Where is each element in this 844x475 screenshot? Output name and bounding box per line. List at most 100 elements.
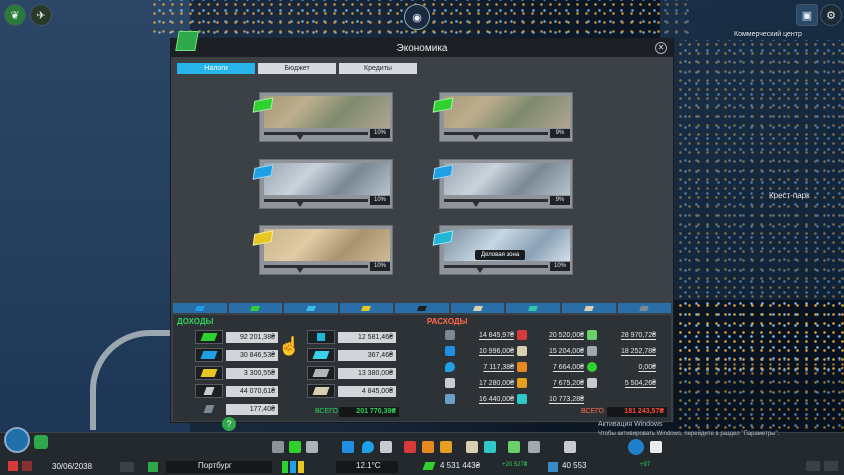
demand-bars: [282, 459, 306, 473]
book-icon: [472, 305, 483, 311]
income-row-tourism: 13 380,00₴: [307, 366, 396, 380]
map-label-park: Крест-парк: [769, 191, 810, 200]
population: 40 553: [562, 461, 587, 470]
slider-knob[interactable]: [472, 201, 481, 207]
zoning-tool[interactable]: [289, 441, 301, 453]
category-extractor[interactable]: [395, 303, 449, 313]
commercial-icon: [305, 305, 316, 311]
bottom-toolbar: Активация Windows Чтобы активировать Win…: [0, 421, 844, 475]
tax-card-residential-low: 10%: [252, 92, 393, 142]
zoom-button[interactable]: [824, 461, 838, 471]
income-row-transport: 177,40₴: [195, 402, 278, 416]
monument-icon: [587, 346, 597, 356]
tax-slider[interactable]: [264, 265, 368, 273]
bird-icon: ✈: [36, 9, 46, 22]
garbage-tool[interactable]: [380, 441, 392, 453]
help-button[interactable]: ?: [222, 417, 236, 431]
expense-row-water: 7 117,38₴: [445, 360, 514, 374]
income-value: 30 846,53₴: [226, 349, 278, 361]
info-views-button[interactable]: [4, 427, 30, 453]
income-row-commercial: 30 846,53₴: [195, 348, 278, 362]
city-info-icon[interactable]: [148, 462, 158, 472]
image-icon: ▣: [801, 9, 813, 22]
water-tool[interactable]: [362, 441, 374, 453]
window-titlebar[interactable]: Экономика ✕: [171, 31, 673, 57]
expense-value: 16 440,00₴: [478, 395, 514, 403]
tax-slider[interactable]: [444, 265, 548, 273]
slider-knob[interactable]: [472, 134, 481, 140]
monuments-tool[interactable]: [564, 441, 576, 453]
policies-tool[interactable]: [650, 441, 662, 453]
game-date: 30/06/2038: [52, 462, 93, 471]
slider-knob[interactable]: [295, 267, 304, 273]
tab-taxes[interactable]: Налоги: [177, 63, 255, 74]
extractor-icon: [417, 305, 427, 311]
bulldozer-button[interactable]: [34, 435, 48, 449]
settings-button[interactable]: ⚙: [820, 4, 842, 26]
police-tool[interactable]: [440, 441, 452, 453]
expense-row-monument: 18 252,78₴: [587, 344, 656, 358]
expense-value: 7 664,00₴: [552, 363, 584, 371]
chirper-center-button[interactable]: ◉: [404, 4, 430, 30]
tax-slider[interactable]: [444, 199, 548, 207]
tab-budget[interactable]: Бюджет: [258, 63, 336, 74]
tourism-icon: [307, 366, 335, 380]
photo-mode-button[interactable]: ▣: [796, 4, 818, 26]
residential-icon: [250, 305, 261, 311]
electricity-tool[interactable]: [342, 441, 354, 453]
commercial-icon: [194, 305, 205, 311]
population-icon: [548, 462, 558, 472]
chirper-button[interactable]: ✈: [30, 4, 52, 26]
population-delta: +97: [640, 462, 651, 468]
public-transport-tool[interactable]: [484, 441, 496, 453]
residential-icon: [195, 330, 223, 344]
category-commercial[interactable]: [173, 303, 227, 313]
tab-loans[interactable]: Кредиты: [339, 63, 417, 74]
health-tool[interactable]: [404, 441, 416, 453]
expense-row-metro: 16 440,00₴: [445, 392, 514, 406]
expense-value: 7 675,20₴: [552, 379, 584, 387]
category-transport[interactable]: [617, 303, 672, 313]
city-name[interactable]: Портбург: [166, 461, 272, 473]
unique-buildings-tool[interactable]: [528, 441, 540, 453]
districts-tool[interactable]: [306, 441, 318, 453]
industrial-demand-bar: [298, 461, 304, 473]
category-citizen[interactable]: [506, 303, 560, 313]
pause-menu-button[interactable]: ❦: [4, 4, 26, 26]
slider-knob[interactable]: [295, 201, 304, 207]
tax-slider[interactable]: [264, 132, 368, 140]
industrial-icon: [361, 305, 372, 311]
wonders-tool[interactable]: [628, 439, 644, 455]
tax-slider[interactable]: [444, 132, 548, 140]
category-industrial[interactable]: [339, 303, 394, 313]
tax-slider[interactable]: [264, 199, 368, 207]
income-row-extractor: 44 070,61₴: [195, 384, 278, 398]
income-value: 13 380,00₴: [338, 367, 396, 379]
fire-tool[interactable]: [422, 441, 434, 453]
category-education[interactable]: [561, 303, 616, 313]
close-icon[interactable]: ✕: [655, 42, 667, 54]
slider-knob[interactable]: [295, 134, 304, 140]
speed-button[interactable]: [22, 461, 32, 471]
expense-value: 10 996,00₴: [478, 347, 514, 355]
roads-tool[interactable]: [272, 441, 284, 453]
tax-card-residential-high: 9%: [432, 92, 573, 142]
hand-cursor-icon: ☝: [278, 336, 301, 356]
parks-tool[interactable]: [508, 441, 520, 453]
category-residential[interactable]: [228, 303, 283, 313]
expenses-total: 181 243,57₴: [607, 407, 667, 417]
expense-value: 10 773,28₴: [548, 395, 584, 403]
income-row-book: 4 845,00₴: [307, 384, 396, 398]
speed-bars[interactable]: [120, 462, 134, 472]
expense-value: 18 252,78₴: [620, 347, 656, 355]
category-commercial-2[interactable]: [284, 303, 338, 313]
tax-card-industrial: 10%: [252, 225, 393, 275]
expense-row-fire: 7 664,00₴: [517, 360, 584, 374]
camera-button[interactable]: [806, 461, 820, 471]
pause-button[interactable]: [8, 461, 18, 471]
money-delta: +20 527₴: [502, 462, 528, 468]
category-tourism[interactable]: [450, 303, 505, 313]
slider-knob[interactable]: [475, 267, 484, 273]
education-tool[interactable]: [466, 441, 478, 453]
policy-icon: [587, 378, 597, 388]
